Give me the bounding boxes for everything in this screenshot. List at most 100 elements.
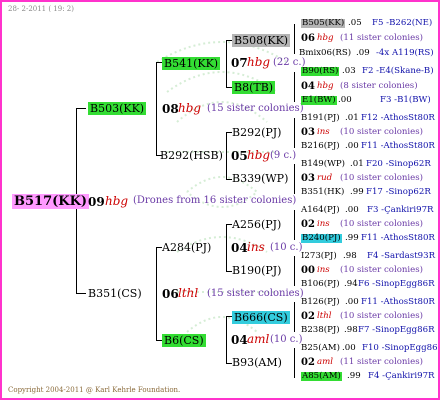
gen4-3-right: F12 -AthosSt80R	[361, 113, 435, 123]
gen4-8-ext: .00	[342, 343, 356, 353]
gen4-8c-right: F4 -Çankiri97R	[368, 371, 435, 381]
gen2-2-year: 05	[231, 149, 248, 163]
gen4-2b-year: 04	[301, 81, 315, 92]
gen3-queen-4[interactable]: B339(WP)	[232, 173, 288, 184]
gen4-3-code[interactable]: B191(PJ)	[301, 114, 340, 123]
gen2-2-race: hbg	[247, 148, 271, 162]
gen4-3c-code[interactable]: B216(PJ)	[301, 142, 340, 151]
gen1-1-year: 08	[162, 102, 179, 116]
gen4-7b-year: 02	[301, 311, 315, 322]
gen4-8-code[interactable]: B25(AM)	[301, 344, 340, 353]
gen4-1c-right: -4x A119(RS)	[376, 48, 434, 58]
gen3-queen-2[interactable]: B8(TB)	[232, 81, 276, 94]
root-drone-note: (Drones from 16 sister colonies)	[133, 195, 297, 206]
gen4-7-code[interactable]: B126(PJ)	[301, 298, 340, 307]
gen4-4c-code[interactable]: B351(HK)	[301, 188, 344, 197]
gen1-1-note: (15 sister colonies)	[207, 103, 304, 114]
gen4-5b-note: (10 sister colonies)	[340, 219, 424, 229]
gen4-2c-ext: .00	[338, 95, 352, 105]
gen4-2c-code[interactable]: E1(BW)	[301, 96, 337, 105]
gen4-6-right: F4 -Sardast93R	[367, 251, 436, 261]
connector-g3-5	[294, 210, 295, 240]
gen4-7-ext: .00	[345, 297, 359, 307]
gen4-6-ext: .98	[343, 251, 357, 261]
gen2-2-note: (9 c.)	[270, 150, 297, 161]
gen4-6c-right: F6 -SinopEgg86R	[358, 279, 435, 289]
connector-g3-6	[294, 256, 295, 286]
gen4-8c-code[interactable]: A85(AM)	[301, 372, 342, 381]
gen3-queen-6[interactable]: B190(PJ)	[232, 265, 281, 276]
gen4-6b-note: (10 sister colonies)	[340, 265, 424, 275]
gen4-4c-right: F17 -Sinop62R	[366, 187, 431, 197]
gen4-3b-race: ins	[317, 127, 330, 137]
connector-g3-7	[294, 302, 295, 332]
gen4-1c-ext: .09	[356, 48, 370, 58]
gen4-8b-note: (11 sister colonies)	[340, 357, 424, 367]
gen4-8-right: F10 -SinopEgg86R	[362, 343, 440, 353]
gen2-4-note: (10 c.)	[270, 334, 303, 345]
gen1-2-note: (15 sister colonies)	[207, 288, 304, 299]
gen3-queen-7[interactable]: B666(CS)	[232, 311, 290, 324]
gen4-5c-right: F11 -AthosSt80R	[361, 233, 435, 243]
gen2-3-note: (10 c.)	[270, 242, 303, 253]
gen4-4-code[interactable]: B149(WP)	[301, 160, 345, 169]
gen3-queen-8[interactable]: B93(AM)	[232, 357, 282, 368]
connector-g2d	[226, 316, 227, 363]
gen4-4c-ext: .99	[350, 187, 364, 197]
gen4-1-ext: .05	[348, 18, 362, 28]
gen4-2-right: F2 -E4(Skane-B)	[362, 66, 434, 76]
gen4-7c-code[interactable]: B238(PJ)	[301, 326, 340, 335]
connector-g3-8	[294, 348, 295, 378]
gen4-1-code[interactable]: B505(KK)	[301, 19, 346, 28]
gen1-queen-2[interactable]: B351(CS)	[88, 288, 142, 299]
root-queen-code[interactable]: B517(KK)	[12, 194, 90, 209]
connector-root-bottom	[76, 293, 86, 294]
root-race: hbg	[105, 194, 129, 208]
gen4-2b-note: (8 sister colonies)	[340, 81, 418, 91]
gen1-queen-1[interactable]: B503(KK)	[88, 102, 147, 115]
gen2-queen-1[interactable]: B541(KK)	[162, 57, 221, 70]
gen2-queen-4[interactable]: B6(CS)	[162, 334, 206, 347]
gen2-4-year: 04	[231, 333, 248, 347]
gen2-4-race: aml	[247, 332, 270, 346]
gen3-queen-1[interactable]: B508(KK)	[232, 34, 291, 47]
gen4-1c-code[interactable]: Bmix06(RS)	[299, 49, 351, 58]
gen4-5-right: F3 -Çankiri97R	[367, 205, 434, 215]
gen4-3b-year: 03	[301, 127, 315, 138]
connector-g1a	[156, 62, 157, 155]
gen3-queen-5[interactable]: A256(PJ)	[232, 219, 281, 230]
gen4-5-code[interactable]: A164(PJ)	[301, 206, 340, 215]
gen4-3-ext: .01	[345, 113, 359, 123]
gen4-7b-race: lthl	[317, 311, 332, 321]
gen4-6c-code[interactable]: B106(PJ)	[301, 280, 340, 289]
gen2-queen-3[interactable]: A284(PJ)	[162, 242, 211, 253]
gen4-7c-ext: .98	[344, 325, 358, 335]
gen4-4b-race: rud	[317, 173, 333, 183]
gen2-3-race: ins	[247, 240, 265, 254]
gen4-7-right: F11 -AthosSt80R	[361, 297, 435, 307]
gen4-5c-code[interactable]: B240(PJ)	[301, 234, 342, 243]
gen3-queen-3[interactable]: B292(PJ)	[232, 127, 281, 138]
connector-root-top	[76, 108, 86, 109]
gen4-6c-ext: .94	[344, 279, 358, 289]
gen4-5b-year: 02	[301, 219, 315, 230]
gen2-1-year: 07	[231, 56, 248, 70]
gen4-2-code[interactable]: B90(RS)	[301, 67, 340, 76]
gen2-1-race: hbg	[247, 55, 271, 69]
connector-g2c	[226, 224, 227, 271]
gen4-1b-note: (11 sister colonies)	[340, 33, 424, 43]
gen4-8c-ext: .99	[347, 371, 361, 381]
gen4-2-ext: .03	[342, 66, 356, 76]
gen1-2-race: lthl	[178, 286, 199, 300]
gen4-1b-year: 06	[301, 33, 315, 44]
gen1-2-year: 06	[162, 287, 179, 301]
gen4-6-code[interactable]: I273(PJ)	[301, 252, 337, 261]
gen4-8b-race: aml	[317, 357, 334, 367]
gen4-2c-right: F3 -B1(BW)	[380, 95, 431, 105]
gen4-6b-year: 00	[301, 265, 315, 276]
root-year: 09	[88, 195, 105, 209]
gen2-queen-2[interactable]: B292(HSB)	[160, 150, 223, 161]
gen4-2b-race: hbg	[317, 81, 334, 91]
gen4-4b-note: (10 sister colonies)	[340, 173, 424, 183]
connector-g3-4	[294, 164, 295, 194]
